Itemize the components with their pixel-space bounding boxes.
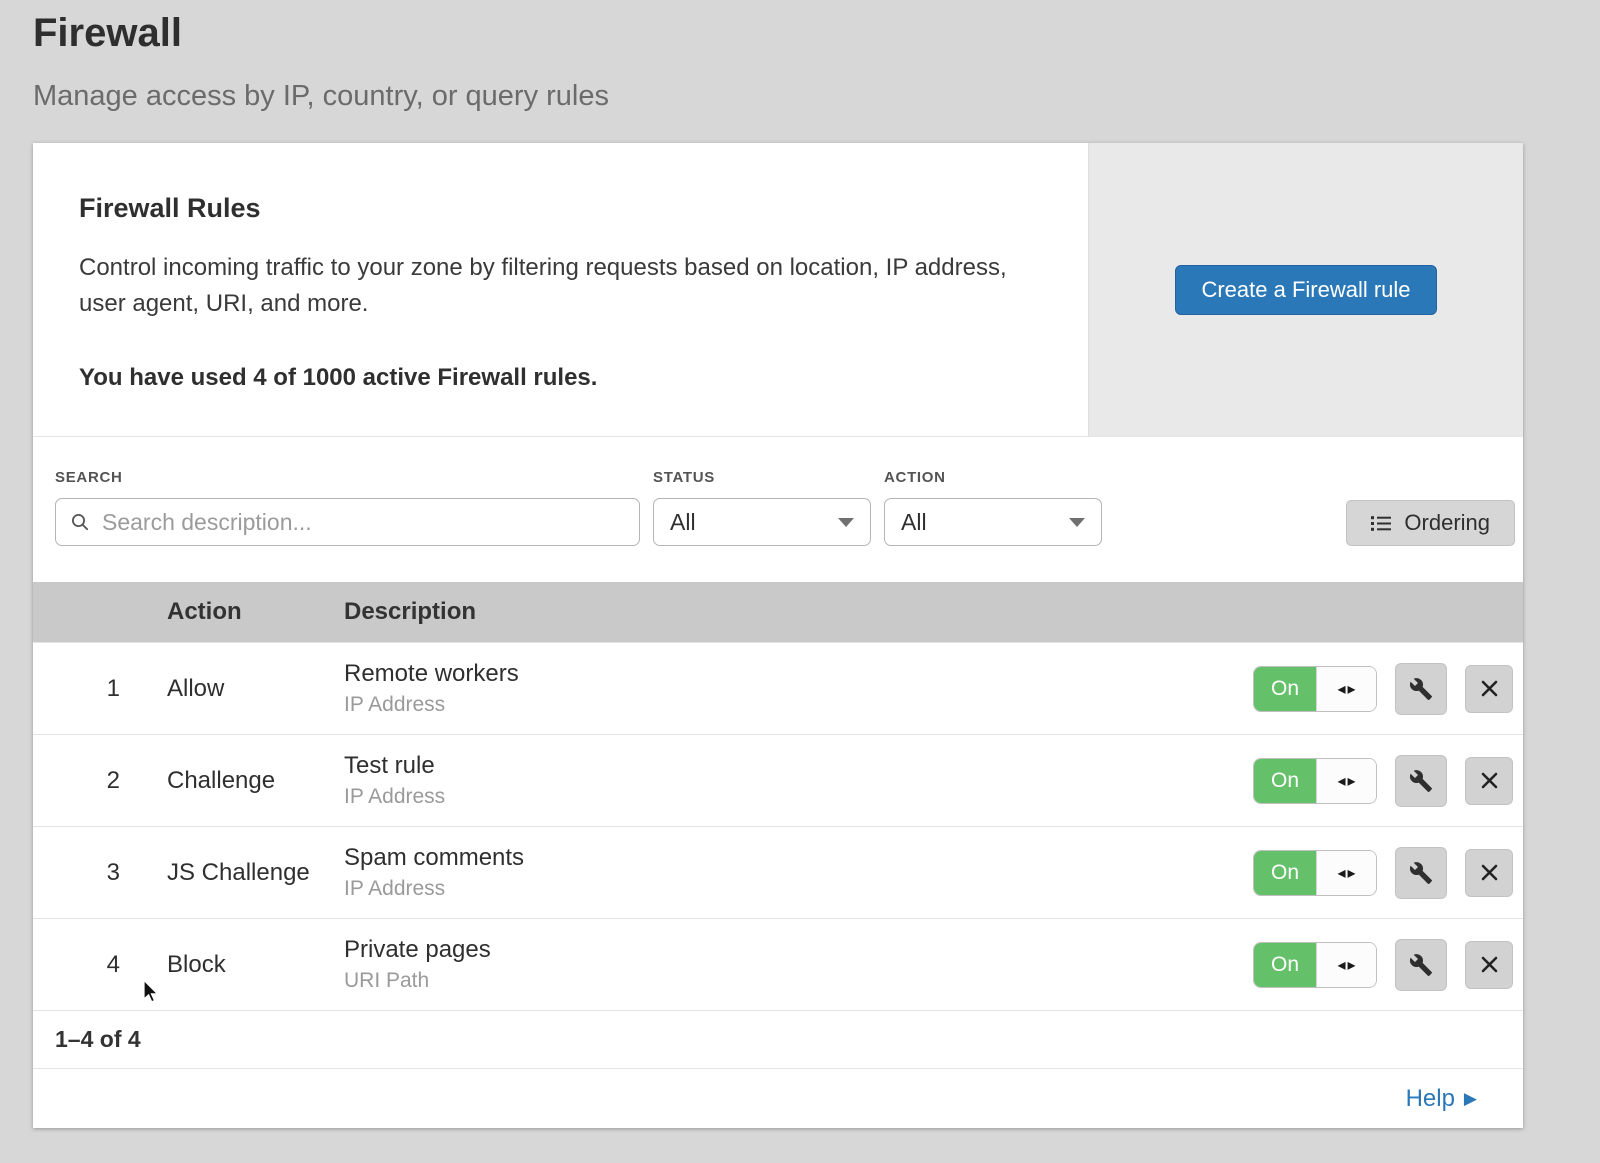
toggle-arrows-icon: ◂▸ (1316, 759, 1376, 803)
table-row: 4 Block Private pages URI Path On ◂▸ (33, 918, 1523, 1010)
toggle-on-label: On (1254, 851, 1316, 895)
card-top-section: Firewall Rules Control incoming traffic … (33, 143, 1523, 436)
rule-toggle[interactable]: On ◂▸ (1253, 850, 1377, 896)
status-select[interactable]: All (653, 498, 871, 546)
table-header: Action Description (33, 582, 1523, 642)
rules-table: Action Description 1 Allow Remote worker… (33, 582, 1523, 1068)
edit-rule-button[interactable] (1395, 755, 1447, 807)
page-title: Firewall (33, 10, 1600, 56)
row-number: 2 (33, 767, 167, 795)
rule-toggle[interactable]: On ◂▸ (1253, 666, 1377, 712)
row-description: Remote workers IP Address (344, 660, 1233, 717)
table-footer: 1–4 of 4 (33, 1010, 1523, 1068)
delete-rule-button[interactable] (1465, 757, 1513, 805)
ordering-button-label: Ordering (1404, 510, 1490, 536)
action-filter-group: ACTION All (884, 469, 1102, 546)
row-description-title: Spam comments (344, 844, 1233, 872)
firewall-rules-card: Firewall Rules Control incoming traffic … (33, 143, 1523, 1128)
rule-toggle[interactable]: On ◂▸ (1253, 942, 1377, 988)
toggle-on-label: On (1254, 759, 1316, 803)
row-description-subtitle: IP Address (344, 693, 1233, 717)
search-filter-group: SEARCH (55, 469, 640, 546)
page-header: Firewall Manage access by IP, country, o… (0, 0, 1600, 113)
help-link-label: Help (1406, 1085, 1455, 1113)
status-select-value: All (670, 509, 696, 536)
row-action: Block (167, 951, 344, 979)
toggle-arrows-icon: ◂▸ (1316, 667, 1376, 711)
row-action: Challenge (167, 767, 344, 795)
search-input[interactable] (100, 508, 625, 537)
status-label: STATUS (653, 469, 871, 486)
row-controls: On ◂▸ (1233, 663, 1523, 715)
delete-rule-button[interactable] (1465, 665, 1513, 713)
help-row: Help ▶ (33, 1068, 1523, 1128)
table-row: 2 Challenge Test rule IP Address On ◂▸ (33, 734, 1523, 826)
row-number: 1 (33, 675, 167, 703)
row-number: 3 (33, 859, 167, 887)
search-label: SEARCH (55, 469, 640, 486)
search-icon (70, 512, 90, 532)
row-description-subtitle: IP Address (344, 877, 1233, 901)
edit-rule-button[interactable] (1395, 663, 1447, 715)
row-description-subtitle: IP Address (344, 785, 1233, 809)
delete-rule-button[interactable] (1465, 941, 1513, 989)
row-controls: On ◂▸ (1233, 847, 1523, 899)
row-description-title: Remote workers (344, 660, 1233, 688)
status-filter-group: STATUS All (653, 469, 871, 546)
card-intro: Firewall Rules Control incoming traffic … (33, 143, 1088, 436)
rules-usage-text: You have used 4 of 1000 active Firewall … (79, 364, 1042, 392)
row-description-title: Test rule (344, 752, 1233, 780)
row-description-title: Private pages (344, 936, 1233, 964)
close-icon (1480, 771, 1499, 790)
filters-bar: SEARCH STATUS All ACTION All (33, 436, 1523, 582)
rule-toggle[interactable]: On ◂▸ (1253, 758, 1377, 804)
arrow-right-icon: ▶ (1464, 1090, 1477, 1107)
row-description: Spam comments IP Address (344, 844, 1233, 901)
column-header-action: Action (167, 598, 344, 626)
row-action: JS Challenge (167, 859, 344, 887)
card-heading: Firewall Rules (79, 193, 1042, 224)
row-controls: On ◂▸ (1233, 755, 1523, 807)
wrench-icon (1409, 861, 1433, 885)
row-controls: On ◂▸ (1233, 939, 1523, 991)
wrench-icon (1409, 769, 1433, 793)
create-firewall-rule-button[interactable]: Create a Firewall rule (1175, 265, 1436, 315)
edit-rule-button[interactable] (1395, 939, 1447, 991)
chevron-down-icon (1069, 518, 1085, 527)
pagination-text: 1–4 of 4 (55, 1026, 141, 1053)
table-row: 1 Allow Remote workers IP Address On ◂▸ (33, 642, 1523, 734)
action-select[interactable]: All (884, 498, 1102, 546)
card-description: Control incoming traffic to your zone by… (79, 250, 1039, 322)
close-icon (1480, 679, 1499, 698)
close-icon (1480, 863, 1499, 882)
action-select-value: All (901, 509, 927, 536)
edit-rule-button[interactable] (1395, 847, 1447, 899)
wrench-icon (1409, 677, 1433, 701)
toggle-arrows-icon: ◂▸ (1316, 851, 1376, 895)
table-row: 3 JS Challenge Spam comments IP Address … (33, 826, 1523, 918)
toggle-arrows-icon: ◂▸ (1316, 943, 1376, 987)
action-label: ACTION (884, 469, 1102, 486)
search-box (55, 498, 640, 546)
delete-rule-button[interactable] (1465, 849, 1513, 897)
page-subtitle: Manage access by IP, country, or query r… (33, 80, 1600, 113)
help-link[interactable]: Help ▶ (1406, 1085, 1477, 1113)
row-action: Allow (167, 675, 344, 703)
row-description: Private pages URI Path (344, 936, 1233, 993)
row-description-subtitle: URI Path (344, 969, 1233, 993)
close-icon (1480, 955, 1499, 974)
chevron-down-icon (838, 518, 854, 527)
ordering-button[interactable]: Ordering (1346, 500, 1515, 546)
column-header-description: Description (344, 598, 1233, 626)
ordered-list-icon (1371, 515, 1391, 532)
toggle-on-label: On (1254, 667, 1316, 711)
row-description: Test rule IP Address (344, 752, 1233, 809)
toggle-on-label: On (1254, 943, 1316, 987)
create-rule-panel: Create a Firewall rule (1088, 143, 1523, 436)
wrench-icon (1409, 953, 1433, 977)
row-number: 4 (33, 951, 167, 979)
